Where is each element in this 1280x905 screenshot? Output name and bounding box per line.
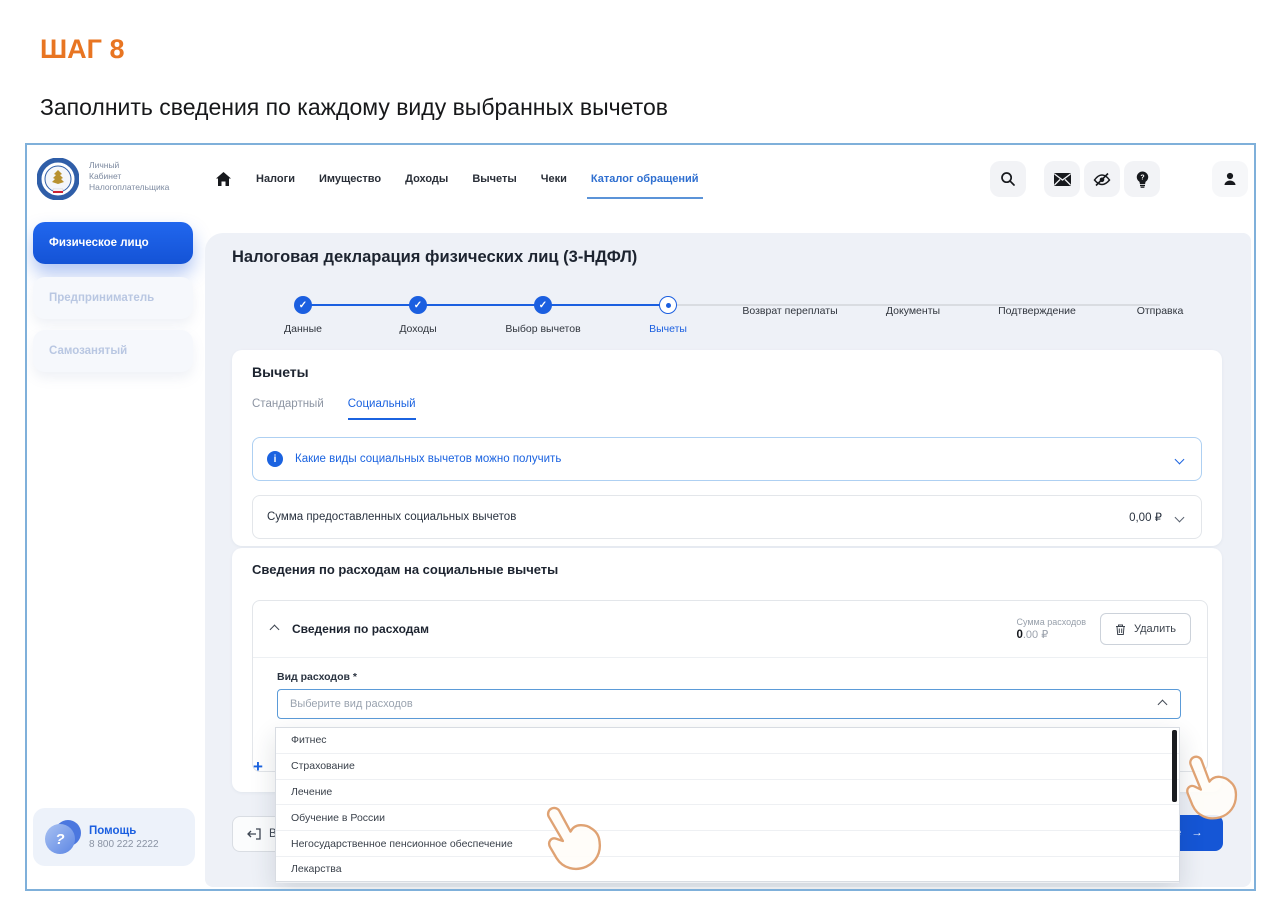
chevron-up-icon[interactable] <box>1158 699 1168 709</box>
expense-sum-block: Сумма расходов 0.00 ₽ <box>1016 617 1086 641</box>
nav-item-taxes[interactable]: Налоги <box>256 173 295 185</box>
nav-item-receipts[interactable]: Чеки <box>541 173 567 185</box>
dropdown-option-fitness[interactable]: Фитнес <box>276 728 1179 754</box>
tab-standard[interactable]: Стандартный <box>252 398 324 420</box>
info-banner-text: Какие виды социальных вычетов можно полу… <box>295 453 561 465</box>
dropdown-option-pension[interactable]: Негосударственное пенсионное обеспечение <box>276 831 1179 857</box>
page: ШАГ 8 Заполнить сведения по каждому виду… <box>0 0 1280 905</box>
step-deduction-choice[interactable]: ✓ Выбор вычетов <box>483 296 603 335</box>
main-nav: Налоги Имущество Доходы Вычеты Чеки Ката… <box>215 145 699 213</box>
help-title: Помощь <box>89 825 159 837</box>
expense-type-dropdown: Фитнес Страхование Лечение Обучение в Ро… <box>275 727 1180 882</box>
sidebar-item-label: Самозанятый <box>49 345 127 357</box>
logout-icon <box>247 828 261 840</box>
expense-type-select[interactable] <box>277 689 1181 719</box>
sidebar-item-entrepreneur[interactable]: Предприниматель <box>33 277 193 319</box>
dropdown-option-education-russia[interactable]: Обучение в России <box>276 805 1179 831</box>
deductions-title: Вычеты <box>252 364 309 380</box>
expense-sum-value: 0.00 ₽ <box>1016 628 1086 641</box>
chevron-down-icon[interactable] <box>1175 454 1185 464</box>
step-data[interactable]: ✓ Данные <box>243 296 363 335</box>
current-step-icon <box>659 296 677 314</box>
sidebar-item-label: Физическое лицо <box>49 237 149 249</box>
expense-sum-label: Сумма расходов <box>1016 617 1086 627</box>
step-deductions-current[interactable]: Вычеты <box>608 296 728 335</box>
question-icon: ? <box>45 820 79 854</box>
hand-cursor-icon <box>533 795 611 881</box>
check-icon: ✓ <box>409 296 427 314</box>
check-icon: ✓ <box>294 296 312 314</box>
svg-text:?: ? <box>1140 174 1144 181</box>
provided-deductions-label: Сумма предоставленных социальных вычетов <box>267 511 516 523</box>
dropdown-option-treatment[interactable]: Лечение <box>276 780 1179 806</box>
lesson-step-title: ШАГ 8 <box>40 34 124 65</box>
sidebar-item-self-employed[interactable]: Самозанятый <box>33 330 193 372</box>
expense-type-input[interactable] <box>278 698 1159 710</box>
eye-off-icon[interactable] <box>1084 161 1120 197</box>
expense-accordion-header[interactable]: Сведения по расходам Сумма расходов 0.00… <box>253 601 1207 657</box>
step-confirmation[interactable]: Подтверждение <box>977 296 1097 317</box>
delete-button[interactable]: Удалить <box>1100 613 1191 645</box>
divider <box>253 657 1207 658</box>
check-icon: ✓ <box>534 296 552 314</box>
dropdown-option-insurance[interactable]: Страхование <box>276 754 1179 780</box>
page-title: Налоговая декларация физических лиц (3-Н… <box>232 248 637 267</box>
sidebar-item-label: Предприниматель <box>49 292 154 304</box>
header-icons: ? <box>990 161 1248 197</box>
app-header: Личный Кабинет Налогоплательщика Налоги … <box>27 145 1254 213</box>
deductions-card: Вычеты Стандартный Социальный i Какие ви… <box>232 350 1222 546</box>
expense-type-label: Вид расходов * <box>277 671 357 683</box>
deduction-tabs: Стандартный Социальный <box>252 398 416 420</box>
chevron-down-icon[interactable] <box>1175 512 1185 522</box>
help-card[interactable]: ? Помощь 8 800 222 2222 <box>33 808 195 866</box>
provided-deductions-value: 0,00 ₽ <box>1129 510 1162 524</box>
expenses-section-title: Сведения по расходам на социальные вычет… <box>252 562 558 577</box>
trash-icon <box>1115 623 1126 636</box>
search-icon[interactable] <box>990 161 1026 197</box>
info-banner[interactable]: i Какие виды социальных вычетов можно по… <box>252 437 1202 481</box>
dropdown-option-medicines[interactable]: Лекарства <box>276 857 1179 883</box>
nav-item-requests-catalog[interactable]: Каталог обращений <box>591 173 699 185</box>
mail-icon[interactable] <box>1044 161 1080 197</box>
lightbulb-icon[interactable]: ? <box>1124 161 1160 197</box>
nav-item-income[interactable]: Доходы <box>405 173 448 185</box>
step-documents[interactable]: Документы <box>853 296 973 317</box>
chevron-up-icon[interactable] <box>270 624 280 634</box>
home-icon[interactable] <box>215 171 232 187</box>
hand-cursor-icon <box>1173 743 1247 833</box>
sidebar-item-individual[interactable]: Физическое лицо <box>33 222 193 264</box>
step-income[interactable]: ✓ Доходы <box>358 296 478 335</box>
app-screenshot-frame: Личный Кабинет Налогоплательщика Налоги … <box>25 143 1256 891</box>
nav-item-property[interactable]: Имущество <box>319 173 381 185</box>
user-profile-icon[interactable] <box>1212 161 1248 197</box>
help-phone: 8 800 222 2222 <box>89 839 159 850</box>
nav-item-deductions[interactable]: Вычеты <box>472 173 516 185</box>
step-sending[interactable]: Отправка <box>1100 296 1220 317</box>
provided-deductions-row[interactable]: Сумма предоставленных социальных вычетов… <box>252 495 1202 539</box>
add-expense-link[interactable]: + <box>253 757 263 777</box>
info-icon: i <box>267 451 283 467</box>
lesson-step-description: Заполнить сведения по каждому виду выбра… <box>40 94 668 121</box>
app-title: Личный Кабинет Налогоплательщика <box>89 160 169 193</box>
step-overpayment-refund[interactable]: Возврат переплаты <box>730 296 850 317</box>
fns-logo-icon <box>37 158 79 200</box>
tab-social[interactable]: Социальный <box>348 398 416 420</box>
expense-accordion-title: Сведения по расходам <box>292 622 429 636</box>
